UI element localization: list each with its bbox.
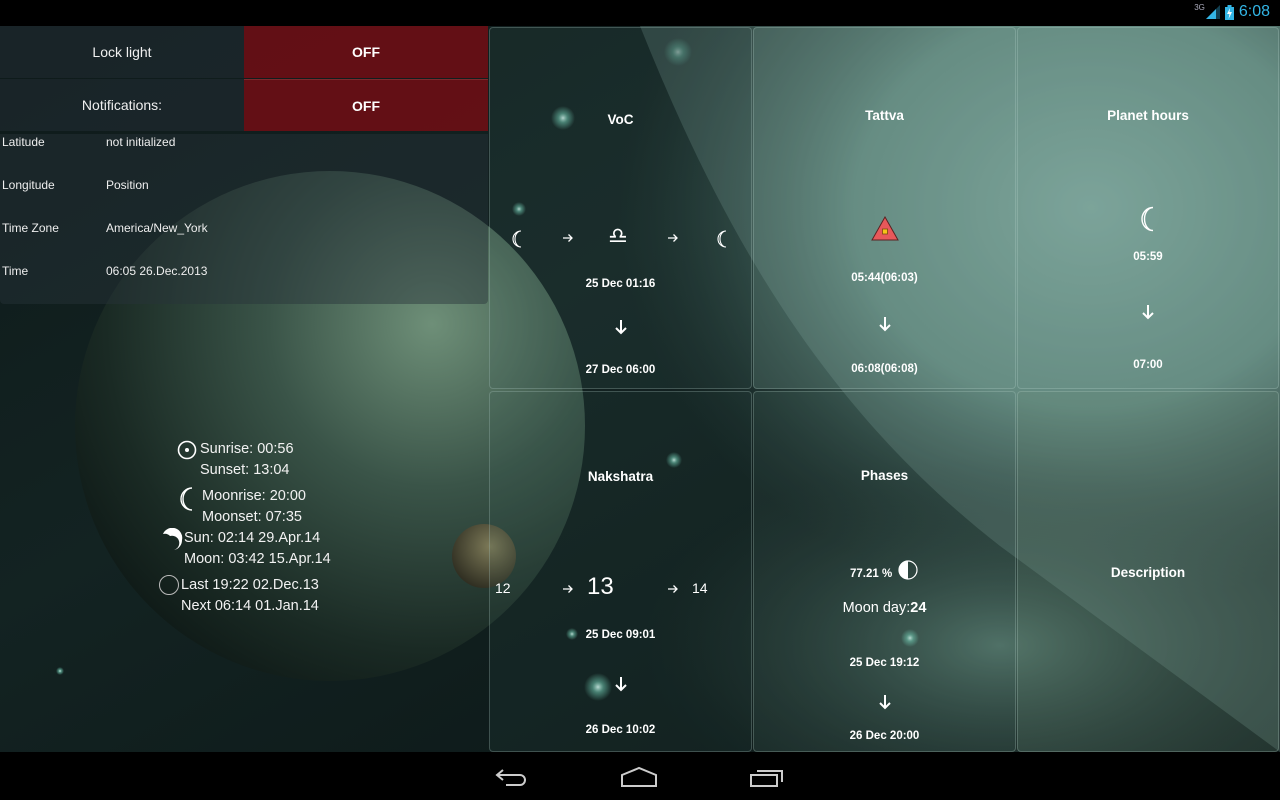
moon-icon <box>512 230 522 248</box>
nakshatra-start: 25 Dec 09:01 <box>585 629 656 641</box>
arrow-down-icon <box>614 320 627 335</box>
tattva-start: 05:44(06:03) <box>851 272 918 284</box>
moon-day-label: Moon day: <box>842 600 911 616</box>
signal-icon <box>1205 5 1220 19</box>
recent-apps-button[interactable] <box>737 762 797 792</box>
last-new-moon-text: Last 19:22 02.Dec.13 <box>181 577 319 593</box>
moonset-text: Moonset: 07:35 <box>202 509 302 525</box>
next-new-moon-text: Next 06:14 01.Jan.14 <box>181 598 319 614</box>
arrow-right-icon <box>668 234 678 242</box>
nakshatra-next: 14 <box>692 580 708 596</box>
battery-charging-icon <box>1224 4 1234 20</box>
voc-title: VoC <box>607 112 634 127</box>
voc-start: 25 Dec 01:16 <box>585 278 656 290</box>
sunrise-text: Sunrise: 00:56 <box>200 441 294 457</box>
planet-hours-tile[interactable]: Planet hours 05:59 07:00 <box>1017 27 1279 389</box>
sunset-text: Sunset: 13:04 <box>200 462 290 478</box>
sun-icon <box>177 440 197 460</box>
arrow-right-icon <box>563 585 573 593</box>
illumination-percent: 77.21 % <box>850 568 893 580</box>
recent-apps-icon <box>750 770 783 787</box>
planet-hours-start: 05:59 <box>1133 251 1163 263</box>
sun-moon-info: Sunrise: 00:56 Sunset: 13:04 Moonrise: 2… <box>0 26 488 752</box>
planet-hours-end: 07:00 <box>1133 359 1163 371</box>
arrow-right-icon <box>563 234 573 242</box>
libra-icon: ♎ <box>608 223 628 248</box>
moon-day: Moon day:24 <box>754 600 1015 616</box>
home-button[interactable] <box>609 762 669 792</box>
crescent-moon-icon <box>180 487 193 511</box>
phases-title: Phases <box>860 468 909 483</box>
agni-triangle-icon <box>871 216 899 241</box>
description-title: Description <box>1110 565 1186 580</box>
moon-phase-icon <box>898 560 918 580</box>
nakshatra-current: 13 <box>587 573 614 600</box>
eclipse-moon-text: Moon: 03:42 15.Apr.14 <box>184 551 331 567</box>
voc-end: 27 Dec 06:00 <box>585 364 656 376</box>
phases-tile[interactable]: Phases 77.21 % Moon day:24 25 Dec 19:12 … <box>753 391 1016 752</box>
arrow-down-icon <box>878 695 891 710</box>
status-clock: 6:08 <box>1238 3 1270 20</box>
voc-tile[interactable]: VoC ♎ 25 Dec 01:16 27 Dec 06:00 <box>489 27 752 389</box>
tattva-title: Tattva <box>865 108 904 123</box>
home-icon <box>621 766 657 787</box>
eclipse-sun-text: Sun: 02:14 29.Apr.14 <box>184 530 321 546</box>
phases-start: 25 Dec 19:12 <box>849 657 920 669</box>
description-tile[interactable]: Description <box>1017 391 1279 752</box>
planet-hours-title: Planet hours <box>1107 108 1189 123</box>
phases-end: 26 Dec 20:00 <box>849 730 920 742</box>
arrow-down-icon <box>1142 305 1154 320</box>
back-icon <box>495 769 526 786</box>
navigation-bar <box>0 752 1280 800</box>
tattva-tile[interactable]: Tattva 05:44(06:03) 06:08(06:08) <box>753 27 1016 389</box>
eclipse-icon <box>163 528 183 550</box>
moon-day-value: 24 <box>910 600 927 616</box>
arrow-right-icon <box>668 585 678 593</box>
status-bar: 3G 6:08 <box>0 0 1280 26</box>
arrow-down-icon <box>878 317 891 332</box>
nakshatra-end: 26 Dec 10:02 <box>585 724 656 736</box>
moon-icon <box>717 230 727 248</box>
nakshatra-title: Nakshatra <box>587 469 654 484</box>
nakshatra-tile[interactable]: Nakshatra 12 13 14 25 Dec 09:01 26 Dec 1… <box>489 391 752 752</box>
tattva-end: 06:08(06:08) <box>851 363 918 375</box>
arrow-down-icon <box>614 677 627 692</box>
moonrise-text: Moonrise: 20:00 <box>202 488 306 504</box>
nakshatra-prev: 12 <box>495 580 511 596</box>
moon-icon <box>1141 206 1154 232</box>
new-moon-icon <box>159 575 179 595</box>
network-type-label: 3G <box>1194 2 1205 12</box>
back-button[interactable] <box>481 762 541 792</box>
app-content: Lock light OFF Notifications: OFF Latitu… <box>0 26 1280 752</box>
